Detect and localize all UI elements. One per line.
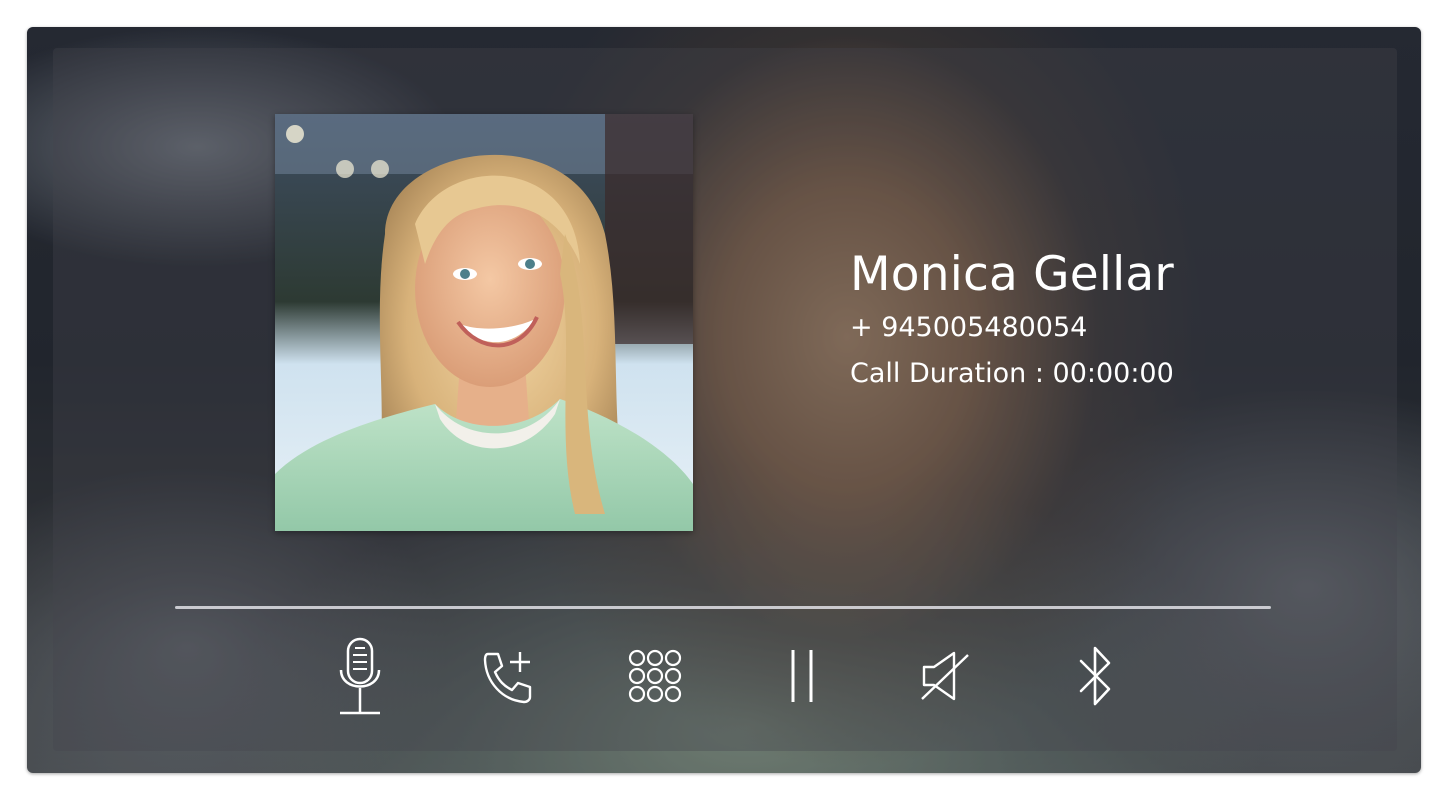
call-screen: Monica Gellar + 945005480054 Call Durati…	[27, 27, 1421, 773]
hold-button[interactable]	[762, 631, 842, 721]
microphone-icon	[339, 637, 381, 715]
phone-plus-icon	[483, 652, 532, 704]
microphone-button[interactable]	[320, 631, 400, 721]
speaker-muted-icon	[921, 651, 969, 701]
call-duration: Call Duration : 00:00:00	[850, 358, 1174, 389]
dialpad-icon	[628, 649, 682, 703]
add-call-button[interactable]	[468, 631, 548, 721]
bluetooth-button[interactable]	[1055, 631, 1135, 721]
contact-number: + 945005480054	[850, 312, 1088, 343]
contact-name: Monica Gellar	[850, 247, 1174, 302]
contact-info: Monica Gellar + 945005480054 Call Durati…	[850, 245, 1174, 394]
pause-icon	[791, 650, 813, 702]
contact-photo	[275, 114, 693, 531]
divider	[175, 606, 1271, 609]
mute-speaker-button[interactable]	[907, 631, 987, 721]
call-controls	[27, 631, 1421, 731]
bluetooth-icon	[1079, 646, 1111, 706]
keypad-button[interactable]	[615, 631, 695, 721]
